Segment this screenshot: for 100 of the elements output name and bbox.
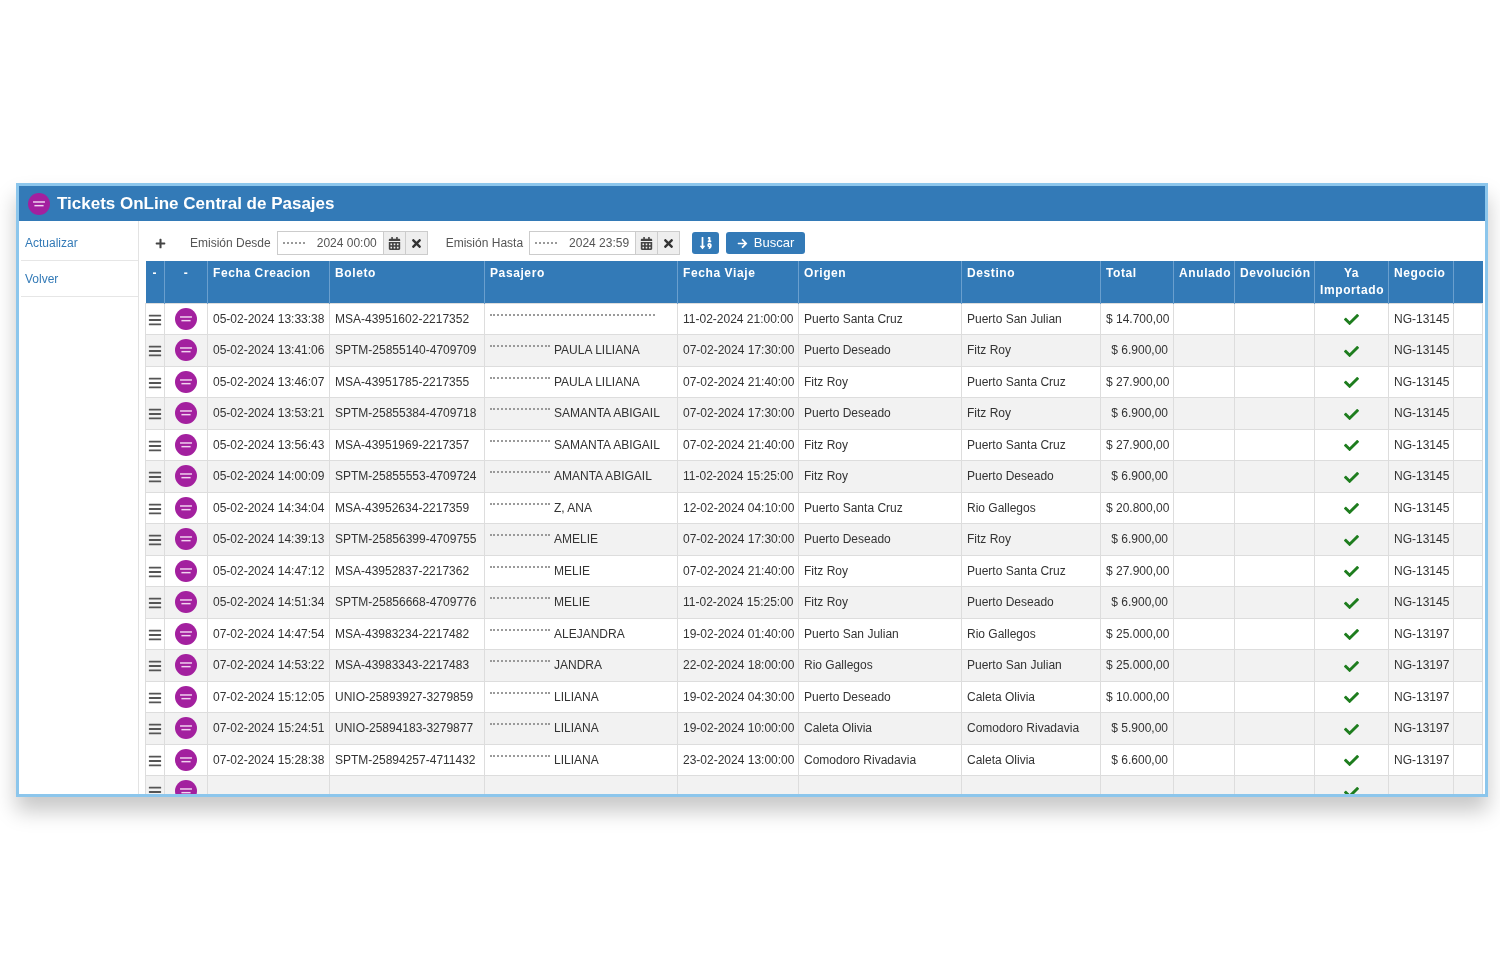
table-cell: 19-02-2024 01:40:00	[677, 618, 799, 650]
menu-icon[interactable]	[148, 627, 162, 642]
sort-button[interactable]	[692, 232, 720, 254]
calendar-icon	[387, 236, 401, 250]
table-cell: $ 27.900,00	[1100, 429, 1174, 461]
table-cell: NG-13197	[1388, 744, 1454, 776]
table-cell: SPTM-25855140-4709709	[329, 334, 485, 366]
menu-icon[interactable]	[148, 596, 162, 610]
menu-icon[interactable]	[148, 438, 162, 453]
sidebar-link[interactable]: Volver	[21, 261, 138, 297]
menu-icon[interactable]	[148, 470, 162, 484]
column-header: Ya Importado	[1314, 261, 1389, 303]
table-cell: 05-02-2024 14:47:12	[207, 555, 330, 587]
table-cell: NG-13145	[1388, 492, 1454, 524]
table-cell: UNIO-25894183-3279877	[329, 712, 485, 744]
table-cell: Fitz Roy	[961, 397, 1101, 429]
table-cell: 22-02-2024 18:00:00	[677, 649, 799, 681]
passenger-name: Z, ANA	[554, 500, 592, 515]
table-cell: 07-02-2024 21:40:00	[677, 429, 799, 461]
circle-logo-icon	[175, 496, 197, 519]
circle-logo-icon	[175, 685, 197, 708]
table-cell: 05-02-2024 14:51:34	[207, 586, 330, 618]
menu-icon[interactable]	[148, 753, 162, 768]
calendar-button[interactable]	[383, 231, 406, 255]
sort-icon	[698, 236, 713, 250]
table-cell: $ 6.600,00	[1100, 744, 1174, 776]
table-cell: Puerto Deseado	[798, 681, 962, 713]
table-cell: MSA-43951785-2217355	[329, 366, 485, 398]
menu-icon[interactable]	[148, 690, 162, 705]
table-cell: 07-02-2024 14:47:54	[207, 618, 330, 650]
menu-icon[interactable]	[148, 407, 162, 421]
circle-logo-icon	[28, 192, 50, 215]
table-cell: SPTM-25894257-4711432	[329, 744, 485, 776]
passenger-name: LILIANA	[554, 752, 599, 767]
table-cell: Puerto Deseado	[961, 586, 1101, 618]
table-cell: 05-02-2024 13:56:43	[207, 429, 330, 461]
table-cell: $ 25.000,00	[1100, 618, 1174, 650]
circle-logo-icon	[175, 717, 197, 740]
column-header: Fecha Viaje	[677, 261, 799, 303]
column-header: -	[164, 261, 208, 303]
table-cell: SPTM-25856399-4709755	[329, 523, 485, 555]
table-cell: $ 27.900,00	[1100, 366, 1174, 398]
column-header: -	[145, 261, 165, 303]
table-cell: Fitz Roy	[798, 366, 962, 398]
table-cell: NG-13197	[1388, 649, 1454, 681]
table-cell: $ 25.000,00	[1100, 649, 1174, 681]
search-button[interactable]: Buscar	[726, 232, 806, 254]
table-cell: MSA-43952634-2217359	[329, 492, 485, 524]
menu-icon[interactable]	[148, 312, 162, 327]
table-cell: Fitz Roy	[961, 523, 1101, 555]
table-cell: $ 6.900,00	[1100, 586, 1174, 618]
table-cell: NG-13145	[1388, 460, 1454, 492]
circle-logo-icon	[175, 433, 197, 456]
menu-icon[interactable]	[148, 722, 162, 736]
table-cell: NG-13145	[1388, 586, 1454, 618]
menu-icon[interactable]	[148, 564, 162, 579]
column-header: Fecha Creacion	[207, 261, 330, 303]
header-filler-cell	[1453, 261, 1483, 303]
table-cell: Caleta Olivia	[961, 744, 1101, 776]
table-cell: Rio Gallegos	[961, 492, 1101, 524]
table-cell: MSA-43983234-2217482	[329, 618, 485, 650]
table-cell: $ 10.000,00	[1100, 681, 1174, 713]
passenger-name: MELIE	[554, 595, 590, 610]
table-cell: 07-02-2024 17:30:00	[677, 397, 799, 429]
passenger-name: LILIANA	[554, 721, 599, 736]
sidebar-link[interactable]: Actualizar	[21, 225, 138, 261]
calendar-button[interactable]	[636, 231, 659, 255]
table-cell: 07-02-2024 14:53:22	[207, 649, 330, 681]
circle-logo-icon	[175, 654, 197, 677]
table-cell: 05-02-2024 13:41:06	[207, 334, 330, 366]
circle-logo-icon	[175, 339, 197, 362]
table-cell: MSA-43951602-2217352	[329, 303, 485, 335]
table-cell: Puerto San Julian	[798, 618, 962, 650]
table-cell: 07-02-2024 17:30:00	[677, 523, 799, 555]
column-header: Pasajero	[484, 261, 678, 303]
date-field[interactable]: 2024 23:59	[529, 231, 637, 255]
table-cell: NG-13145	[1388, 397, 1454, 429]
menu-icon[interactable]	[148, 344, 162, 358]
clear-button[interactable]	[658, 231, 681, 255]
clear-button[interactable]	[405, 231, 428, 255]
passenger-name: ALEJANDRA	[554, 626, 625, 641]
circle-logo-icon	[175, 307, 197, 330]
menu-icon[interactable]	[148, 659, 162, 673]
table-cell: $ 5.900,00	[1100, 712, 1174, 744]
table-cell: Puerto Deseado	[798, 334, 962, 366]
table-cell: 19-02-2024 10:00:00	[677, 712, 799, 744]
table-cell: Puerto Santa Cruz	[798, 303, 962, 335]
circle-logo-icon	[175, 591, 197, 614]
menu-icon[interactable]	[148, 533, 162, 547]
menu-icon[interactable]	[148, 501, 162, 516]
table-cell: SPTM-25855553-4709724	[329, 460, 485, 492]
table-cell: $ 20.800,00	[1100, 492, 1174, 524]
table-cell: Fitz Roy	[798, 460, 962, 492]
menu-icon[interactable]	[148, 375, 162, 390]
table-cell: 05-02-2024 13:33:38	[207, 303, 330, 335]
table-cell: $ 27.900,00	[1100, 555, 1174, 587]
table-cell: Fitz Roy	[798, 555, 962, 587]
passenger-name: AMANTA ABIGAIL	[554, 469, 652, 484]
table-cell: NG-13145	[1388, 429, 1454, 461]
date-field[interactable]: 2024 00:00	[276, 231, 384, 255]
